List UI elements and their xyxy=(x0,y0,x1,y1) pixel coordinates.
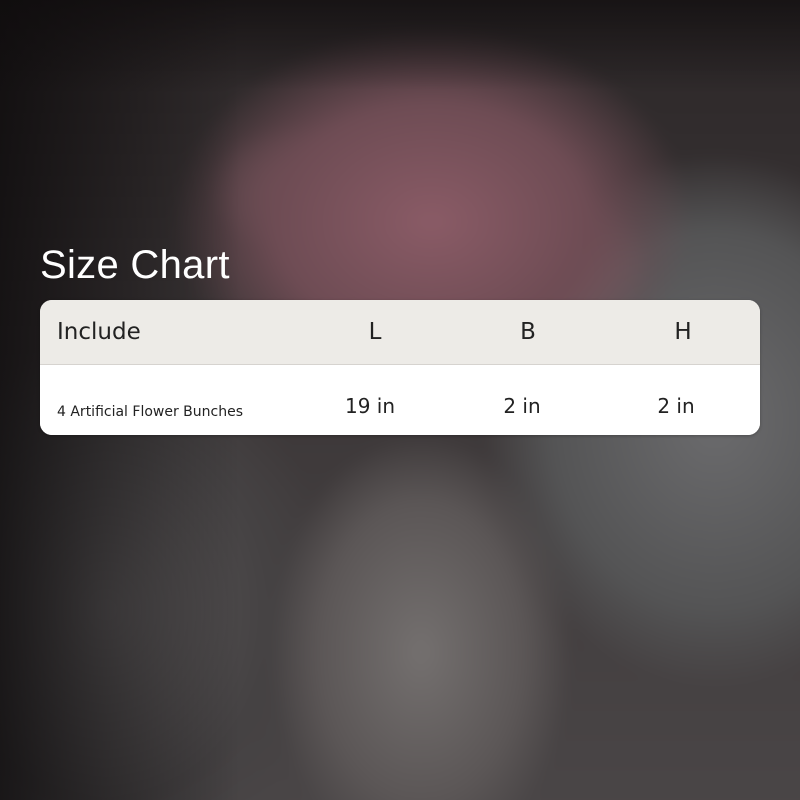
size-table: Include L B H 4 Artificial Flower Bunche… xyxy=(40,300,760,435)
table-row: 4 Artificial Flower Bunches 19 in 2 in 2… xyxy=(40,365,760,435)
cell-breadth: 2 in xyxy=(503,394,541,418)
header-breadth: B xyxy=(520,319,536,345)
header-height: H xyxy=(674,319,692,345)
background-shadow-top xyxy=(0,0,800,90)
table-header-row: Include L B H xyxy=(40,300,760,365)
size-chart-image: Size Chart Include L B H 4 Artificial Fl… xyxy=(0,0,800,800)
header-length: L xyxy=(368,319,382,345)
cell-height: 2 in xyxy=(657,394,695,418)
cell-length: 19 in xyxy=(344,394,396,418)
header-include: Include xyxy=(57,319,141,345)
page-title: Size Chart xyxy=(40,243,230,287)
cell-include: 4 Artificial Flower Bunches xyxy=(57,404,243,420)
